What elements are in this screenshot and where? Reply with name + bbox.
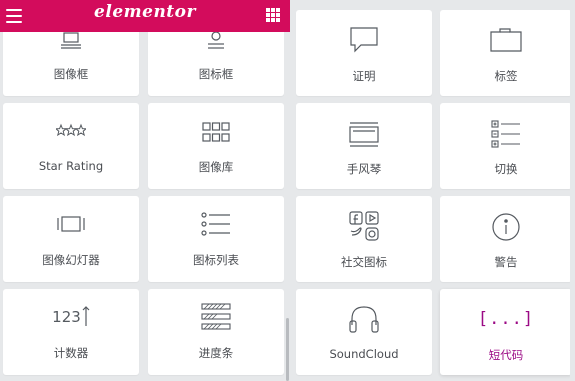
widget-label: 证明 bbox=[352, 69, 376, 83]
widget-shortcode[interactable]: [...] 短代码 bbox=[440, 289, 572, 375]
widget-label: 标签 bbox=[494, 69, 518, 83]
tabs-icon bbox=[440, 28, 572, 52]
social-icons-icon bbox=[296, 211, 432, 241]
widget-testimonial[interactable]: 证明 bbox=[296, 10, 432, 96]
widget-label: 图像幻灯器 bbox=[42, 253, 100, 267]
scrollbar-thumb[interactable] bbox=[286, 318, 289, 381]
toggle-icon bbox=[440, 120, 572, 148]
widget-alert[interactable]: 警告 bbox=[440, 196, 572, 282]
counter-icon: 123 bbox=[3, 305, 139, 327]
widget-soundcloud[interactable]: SoundCloud bbox=[296, 289, 432, 375]
widget-icon-list[interactable]: 图标列表 bbox=[148, 196, 284, 282]
shortcode-glyph: [...] bbox=[477, 309, 535, 329]
testimonial-icon bbox=[296, 26, 432, 54]
widget-counter[interactable]: 123 计数器 bbox=[3, 289, 139, 375]
widget-progress-bar[interactable]: 进度条 bbox=[148, 289, 284, 375]
widget-label: 手风琴 bbox=[346, 162, 382, 176]
widget-label: SoundCloud bbox=[329, 347, 399, 361]
widget-accordion[interactable]: 手风琴 bbox=[296, 103, 432, 189]
widget-label: 短代码 bbox=[488, 348, 524, 362]
widget-toggle[interactable]: 切换 bbox=[440, 103, 572, 189]
widget-tabs[interactable]: 标签 bbox=[440, 10, 572, 96]
widget-label: 图像框 bbox=[53, 67, 89, 81]
image-carousel-icon bbox=[3, 215, 139, 233]
widget-label: 图标列表 bbox=[193, 253, 239, 267]
widget-label: 社交图标 bbox=[341, 255, 387, 269]
widget-social-icons[interactable]: 社交图标 bbox=[296, 196, 432, 282]
image-box-icon bbox=[3, 32, 139, 52]
widget-panel: 图像框 图标框 Star Rating 图像库 图像幻灯器 图标列表 123 计… bbox=[0, 0, 290, 381]
soundcloud-icon bbox=[296, 303, 432, 335]
widget-label: Star Rating bbox=[38, 159, 104, 173]
widgets-grid-icon[interactable] bbox=[266, 8, 280, 22]
counter-glyph: 123 bbox=[52, 308, 81, 326]
right-edge bbox=[570, 0, 575, 381]
icon-box-icon bbox=[148, 30, 284, 52]
accordion-icon bbox=[296, 121, 432, 149]
widget-image-carousel[interactable]: 图像幻灯器 bbox=[3, 196, 139, 282]
panel-header: elementor bbox=[0, 0, 290, 32]
alert-icon bbox=[440, 212, 572, 242]
widget-label: 图像库 bbox=[198, 160, 234, 174]
widget-label: 图标框 bbox=[198, 67, 234, 81]
widget-label: 切换 bbox=[494, 162, 518, 176]
progress-bar-icon bbox=[148, 303, 284, 331]
widget-label: 警告 bbox=[494, 255, 518, 269]
widget-image-gallery[interactable]: 图像库 bbox=[148, 103, 284, 189]
widget-star-rating[interactable]: Star Rating bbox=[3, 103, 139, 189]
widget-label: 计数器 bbox=[53, 346, 89, 360]
star-rating-icon bbox=[3, 123, 139, 139]
widget-label: 进度条 bbox=[198, 346, 234, 360]
image-gallery-icon bbox=[148, 122, 284, 142]
elementor-logo: elementor bbox=[94, 2, 196, 22]
shortcode-icon: [...] bbox=[440, 309, 572, 329]
icon-list-icon bbox=[148, 212, 284, 236]
